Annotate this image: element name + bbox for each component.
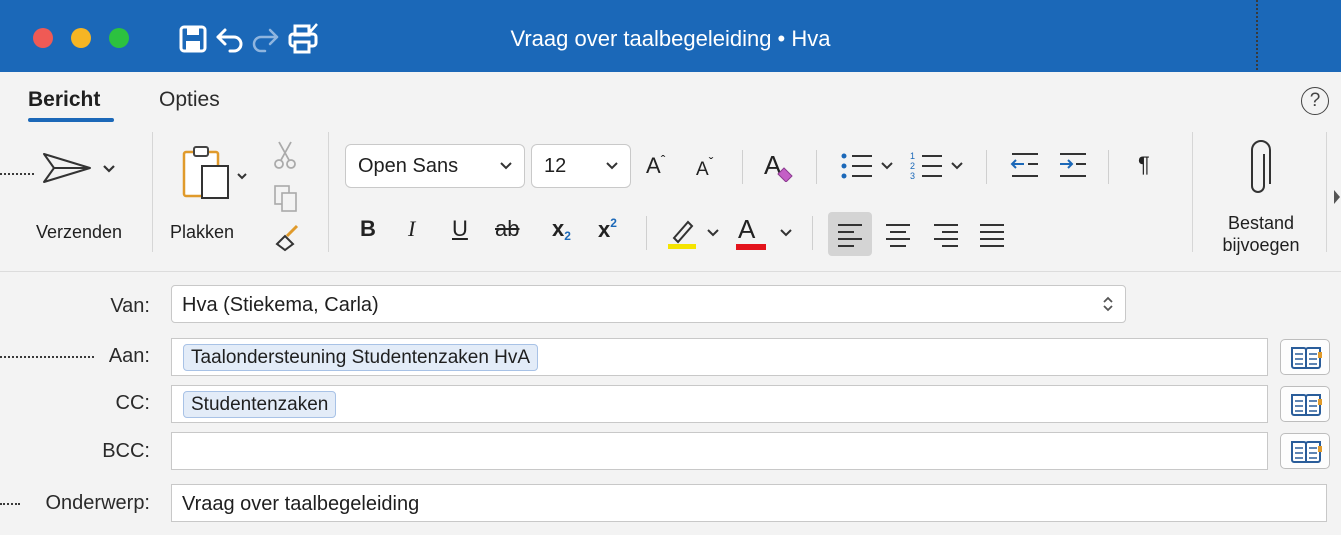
font-color-button[interactable]: A: [734, 212, 804, 252]
highlight-button[interactable]: [664, 214, 726, 252]
active-tab-indicator: [28, 118, 114, 122]
increase-indent-button[interactable]: [1054, 148, 1090, 184]
title-bar: Vraag over taalbegeleiding • Hva: [0, 0, 1341, 72]
numbering-button[interactable]: 1 2 3: [908, 148, 972, 184]
bullets-button[interactable]: [838, 148, 902, 184]
cc-address-book-button[interactable]: [1280, 386, 1330, 422]
divider: [742, 150, 743, 184]
clear-formatting-button[interactable]: A: [760, 148, 796, 184]
clipboard-icon: [182, 146, 247, 199]
divider: [986, 150, 987, 184]
recipient-chip[interactable]: Taalondersteuning Studentenzaken HvA: [183, 344, 539, 371]
chevron-down-icon: [780, 229, 792, 237]
group-divider: [152, 132, 153, 252]
divider: [646, 216, 647, 250]
align-left-button[interactable]: [834, 220, 866, 250]
from-select[interactable]: Hva (Stiekema, Carla): [171, 285, 1126, 323]
annotation-line: [0, 173, 34, 175]
bcc-address-book-button[interactable]: [1280, 433, 1330, 469]
show-formatting-button[interactable]: ¶: [1138, 152, 1150, 178]
window-title: Vraag over taalbegeleiding • Hva: [510, 26, 831, 51]
svg-text:2: 2: [910, 161, 915, 171]
group-divider: [328, 132, 329, 252]
updown-chevron-icon: [1103, 296, 1113, 312]
send-label: Verzenden: [35, 222, 123, 242]
bcc-label: BCC:: [102, 440, 150, 462]
copy-icon[interactable]: [273, 184, 299, 214]
tab-bericht[interactable]: Bericht: [28, 88, 100, 112]
font-size-select[interactable]: 12: [531, 144, 631, 188]
bold-button[interactable]: B: [360, 216, 376, 242]
tab-opties[interactable]: Opties: [159, 88, 220, 112]
italic-button[interactable]: I: [408, 216, 415, 242]
to-address-book-button[interactable]: [1280, 339, 1330, 375]
underline-button[interactable]: U: [452, 216, 468, 242]
subscript-button[interactable]: x2: [552, 216, 571, 243]
format-painter-icon[interactable]: [273, 224, 303, 252]
divider: [812, 216, 813, 250]
from-label: Van:: [110, 295, 150, 317]
justify-button[interactable]: [976, 220, 1008, 250]
chevron-down-icon: [500, 162, 512, 170]
divider: [816, 150, 817, 184]
cc-field[interactable]: Studentenzaken: [171, 385, 1268, 423]
chevron-down-icon: [606, 162, 618, 170]
address-book-icon: [1291, 347, 1322, 369]
send-icon: [43, 153, 115, 183]
help-button[interactable]: ?: [1301, 87, 1329, 115]
paperclip-icon: [1251, 140, 1271, 193]
cc-label: CC:: [115, 392, 150, 414]
divider: [1108, 150, 1109, 184]
to-field[interactable]: Taalondersteuning Studentenzaken HvA: [171, 338, 1268, 376]
send-button[interactable]: Verzenden: [28, 134, 138, 249]
address-book-icon: [1291, 441, 1322, 463]
to-label: Aan:: [108, 345, 150, 367]
align-center-button[interactable]: [882, 220, 914, 250]
subject-field[interactable]: Vraag over taalbegeleiding: [171, 484, 1327, 522]
svg-text:1: 1: [910, 151, 915, 161]
group-divider: [1326, 132, 1327, 252]
address-book-icon: [1291, 394, 1322, 416]
align-right-button[interactable]: [930, 220, 962, 250]
attach-file-button[interactable]: Bestand bijvoegen: [1206, 132, 1316, 262]
ribbon: Verzenden Plakken Open Sans 12 Aˆ Aˇ A 1…: [0, 124, 1341, 272]
ribbon-tabs: Bericht Opties ?: [0, 72, 1341, 124]
subject-label: Onderwerp:: [45, 492, 151, 514]
superscript-button[interactable]: x2: [598, 216, 617, 243]
ribbon-overflow-icon[interactable]: [1334, 190, 1341, 204]
attach-label: Bestand bijvoegen: [1222, 213, 1300, 255]
bcc-field[interactable]: [171, 432, 1268, 470]
eraser-icon: [777, 167, 793, 182]
decrease-indent-button[interactable]: [1006, 148, 1042, 184]
paste-button[interactable]: Plakken: [170, 134, 262, 249]
group-divider: [1192, 132, 1193, 252]
message-header-form: Van: Hva (Stiekema, Carla) Aan: Taalonde…: [0, 272, 1341, 535]
strikethrough-button[interactable]: ab: [495, 216, 519, 242]
shrink-font-button[interactable]: Aˇ: [696, 154, 713, 181]
font-name-select[interactable]: Open Sans: [345, 144, 525, 188]
grow-font-button[interactable]: Aˆ: [646, 152, 665, 179]
recipient-chip[interactable]: Studentenzaken: [183, 391, 337, 418]
cut-icon[interactable]: [273, 140, 297, 170]
paste-label: Plakken: [170, 222, 235, 242]
font-color-swatch: [736, 244, 766, 250]
svg-text:3: 3: [910, 171, 915, 181]
